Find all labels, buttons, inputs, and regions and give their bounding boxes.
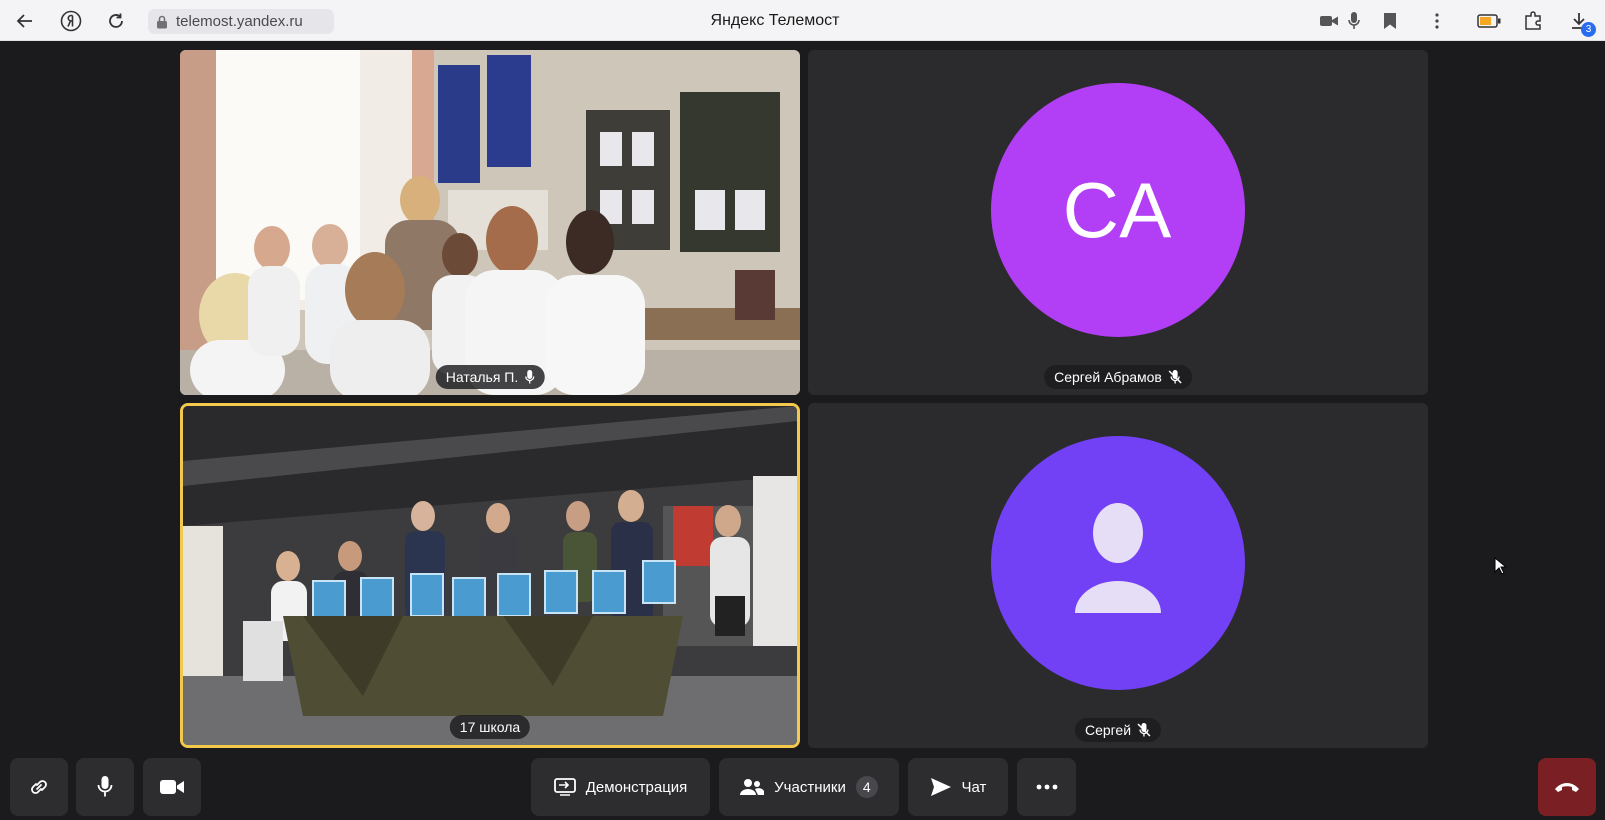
lock-icon bbox=[157, 15, 167, 28]
browser-toolbar: telemost.yandex.ru Яндекс Телемост 3 bbox=[0, 0, 1605, 41]
avatar bbox=[991, 436, 1245, 690]
more-options-button[interactable] bbox=[1017, 758, 1076, 816]
person-icon bbox=[1075, 503, 1161, 613]
participant-name-label: 17 школа bbox=[449, 715, 531, 739]
battery-icon[interactable] bbox=[1476, 8, 1502, 34]
url-text: telemost.yandex.ru bbox=[176, 13, 303, 30]
microphone-icon bbox=[97, 776, 113, 797]
reload-icon[interactable] bbox=[103, 8, 129, 34]
participant-name: 17 школа bbox=[459, 719, 521, 735]
participant-tile-school-17[interactable]: 17 школа bbox=[180, 403, 800, 748]
downloads-icon[interactable]: 3 bbox=[1566, 8, 1596, 37]
participant-name: Сергей Абрамов bbox=[1054, 369, 1162, 385]
microphone-on-icon bbox=[524, 370, 534, 384]
video-feed-classroom bbox=[180, 50, 800, 395]
microphone-off-icon bbox=[1137, 723, 1151, 737]
participant-tile-sergey-abramov[interactable]: СА Сергей Абрамов bbox=[808, 50, 1428, 395]
participant-name: Сергей bbox=[1084, 722, 1132, 738]
address-bar[interactable]: telemost.yandex.ru bbox=[148, 9, 334, 34]
bookmark-icon[interactable] bbox=[1377, 8, 1403, 34]
kebab-menu-icon[interactable] bbox=[1424, 8, 1450, 34]
screen-share-button[interactable]: Демонстрация bbox=[531, 758, 710, 816]
camera-icon bbox=[160, 780, 184, 794]
participants-label: Участники bbox=[774, 778, 846, 796]
microphone-off-icon bbox=[1168, 370, 1182, 384]
participant-name: Наталья П. bbox=[445, 369, 519, 385]
copy-link-button[interactable] bbox=[10, 758, 68, 816]
chat-button[interactable]: Чат bbox=[908, 758, 1008, 816]
camera-button[interactable] bbox=[143, 758, 201, 816]
screen-share-label: Демонстрация bbox=[585, 778, 688, 796]
video-feed-museum-hall bbox=[183, 406, 797, 745]
participants-count-badge: 4 bbox=[855, 776, 878, 798]
extensions-icon[interactable] bbox=[1520, 8, 1546, 34]
participant-tile-sergey[interactable]: Сергей bbox=[808, 403, 1428, 748]
yandex-logo-icon[interactable] bbox=[58, 8, 84, 34]
hangup-icon bbox=[1555, 783, 1579, 792]
downloads-badge: 3 bbox=[1581, 22, 1596, 37]
chat-label: Чат bbox=[961, 778, 987, 796]
microphone-button[interactable] bbox=[76, 758, 134, 816]
mouse-cursor-icon bbox=[1494, 557, 1506, 575]
participant-name-label: Наталья П. bbox=[435, 365, 545, 389]
link-icon bbox=[31, 780, 47, 794]
participant-tile-natalia[interactable]: Наталья П. bbox=[180, 50, 800, 395]
microphone-permission-icon[interactable] bbox=[1341, 8, 1367, 34]
participant-name-label: Сергей Абрамов bbox=[1044, 365, 1192, 389]
avatar: СА bbox=[991, 83, 1245, 337]
screen-share-icon bbox=[553, 778, 576, 796]
back-icon[interactable] bbox=[12, 8, 38, 34]
page-title: Яндекс Телемост bbox=[710, 12, 840, 29]
send-icon bbox=[930, 778, 951, 796]
camera-permission-icon[interactable] bbox=[1316, 8, 1342, 34]
participant-name-label: Сергей bbox=[1074, 718, 1162, 742]
participants-icon bbox=[740, 779, 765, 795]
more-icon bbox=[1036, 784, 1057, 790]
avatar-initials: СА bbox=[1062, 165, 1174, 254]
participants-button[interactable]: Участники 4 bbox=[719, 758, 899, 816]
end-call-button[interactable] bbox=[1538, 758, 1596, 816]
